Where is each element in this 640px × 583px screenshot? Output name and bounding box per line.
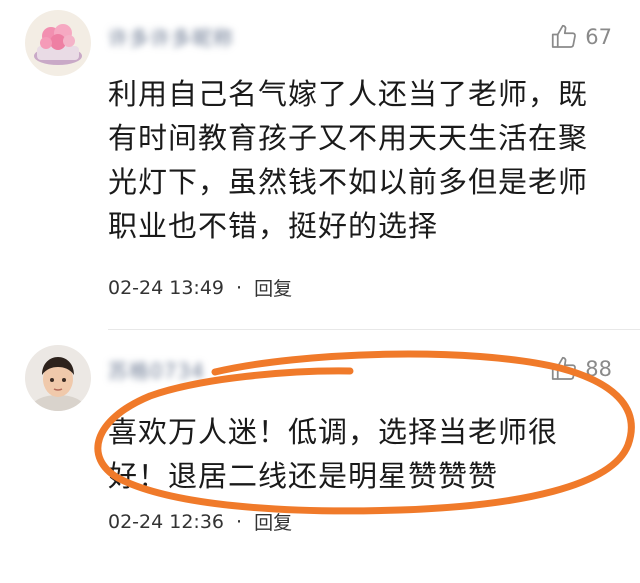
thumbs-up-icon (552, 356, 577, 380)
comment-item: 许多许多昵称 67 利用自己名气嫁了人还当了老师，既有时间教育孩子又不用天天生活… (0, 0, 640, 330)
username[interactable]: 许多许多昵称 (108, 22, 234, 51)
thumbs-up-icon (552, 24, 577, 48)
comment-text: 喜欢万人迷！低调，选择当老师很好！退居二线还是明星赞赞赞 (108, 415, 559, 493)
separator: · (236, 510, 243, 533)
reply-button[interactable]: 回复 (254, 274, 292, 301)
comment-meta: 02-24 12:36 · 回复 (108, 508, 292, 535)
avatar[interactable] (25, 10, 91, 76)
separator: · (236, 276, 243, 299)
like-button[interactable]: 67 (549, 22, 612, 52)
username[interactable]: 苏格0734 (108, 355, 205, 384)
like-count: 67 (585, 25, 612, 49)
like-button[interactable]: 88 (549, 354, 612, 384)
comment-text: 利用自己名气嫁了人还当了老师，既有时间教育孩子又不用天天生活在聚光灯下，虽然钱不… (108, 77, 589, 243)
avatar[interactable] (25, 345, 91, 411)
reply-button[interactable]: 回复 (254, 508, 292, 535)
comment-item: 苏格0734 88 喜欢万人迷！低调，选择当老师很好！退居二线还是明星赞赞赞 0… (0, 330, 640, 583)
comment-meta: 02-24 13:49 · 回复 (108, 274, 292, 301)
timestamp: 02-24 12:36 (108, 510, 225, 533)
timestamp: 02-24 13:49 (108, 276, 225, 299)
like-count: 88 (585, 357, 612, 381)
